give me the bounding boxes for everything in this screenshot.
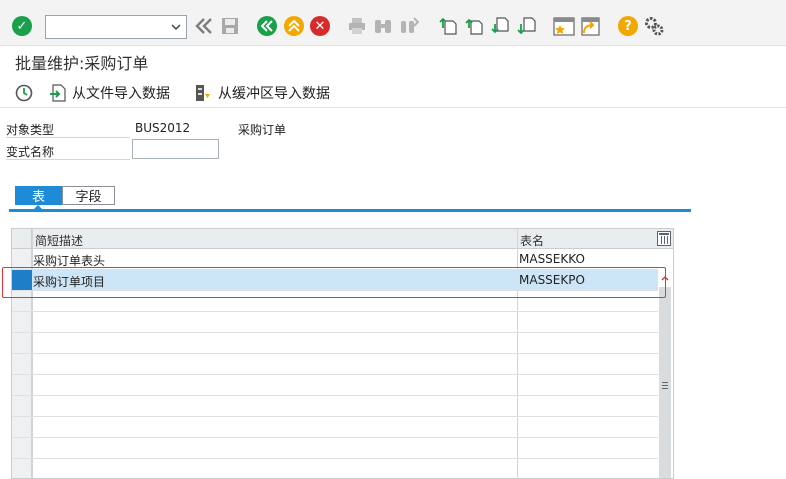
- table-row[interactable]: [12, 375, 658, 396]
- row-highlight-box: [2, 267, 666, 298]
- chevron-down-icon[interactable]: [168, 18, 184, 36]
- table-row[interactable]: [12, 312, 658, 333]
- column-header-desc[interactable]: 简短描述: [35, 232, 83, 249]
- import-from-buffer-label: 从缓冲区导入数据: [218, 86, 330, 102]
- tab-field[interactable]: 字段: [62, 186, 115, 205]
- cancel-button[interactable]: ✕: [308, 14, 332, 38]
- clock-execute-icon: [15, 84, 33, 102]
- import-from-file-label: 从文件导入数据: [72, 86, 170, 102]
- command-field[interactable]: [45, 15, 187, 39]
- tab-table-label: 表: [31, 190, 45, 205]
- table-row[interactable]: [12, 333, 658, 354]
- execute-button[interactable]: [14, 82, 34, 104]
- vertical-scrollbar[interactable]: [659, 287, 671, 478]
- find-next-icon: [401, 17, 419, 33]
- print-icon: [349, 18, 365, 34]
- table-row[interactable]: [12, 354, 658, 375]
- table-row[interactable]: [12, 396, 658, 417]
- system-toolbar: ✓ ✕ ?: [0, 0, 786, 46]
- object-type-label: 对象类型: [6, 123, 55, 137]
- variant-input[interactable]: [132, 139, 219, 159]
- table-row[interactable]: [12, 459, 658, 478]
- last-page-icon: [517, 17, 536, 35]
- select-all-cell[interactable]: [12, 229, 32, 248]
- create-session-button[interactable]: [552, 14, 576, 38]
- tab-strip-line: [9, 209, 691, 212]
- exit-button[interactable]: [282, 14, 306, 38]
- tab-table[interactable]: 表: [15, 186, 62, 205]
- column-settings-icon[interactable]: [657, 231, 671, 246]
- find-button[interactable]: [371, 14, 395, 38]
- object-type-underline: [6, 137, 130, 138]
- create-session-icon: [553, 17, 575, 36]
- import-buffer-icon: [196, 85, 210, 101]
- tables-grid: 简短描述 表名 采购订单表头 MASSEKKO 采购订单项目 MASSEKPO: [11, 228, 674, 479]
- prev-page-button[interactable]: [463, 14, 487, 38]
- first-page-button[interactable]: [437, 14, 461, 38]
- next-page-icon: [491, 17, 509, 34]
- variant-label: 变式名称: [6, 145, 55, 159]
- table-cell-name: MASSEKKO: [519, 252, 585, 266]
- application-toolbar: 从文件导入数据 从缓冲区导入数据: [0, 78, 786, 108]
- cancel-icon: ✕: [310, 16, 330, 36]
- back-icon: [257, 16, 277, 36]
- import-from-buffer-button[interactable]: 从缓冲区导入数据: [193, 82, 330, 104]
- import-file-icon: [50, 84, 66, 102]
- tab-field-label: 字段: [75, 190, 102, 205]
- save-button[interactable]: [218, 14, 242, 38]
- back-button[interactable]: [255, 14, 279, 38]
- page-title: 批量维护:采购订单: [15, 54, 149, 73]
- next-page-button[interactable]: [489, 14, 513, 38]
- find-next-button[interactable]: [397, 14, 421, 38]
- grid-header: 简短描述 表名: [12, 229, 673, 249]
- print-button[interactable]: [345, 14, 369, 38]
- back-double-button[interactable]: [192, 14, 216, 38]
- customize-button[interactable]: [642, 14, 666, 38]
- check-circle-icon: ✓: [12, 16, 32, 36]
- enter-button[interactable]: ✓: [10, 14, 34, 38]
- first-page-icon: [439, 17, 457, 35]
- shortcut-icon: [581, 17, 600, 36]
- last-page-button[interactable]: [515, 14, 539, 38]
- object-type-value: BUS2012: [135, 121, 191, 135]
- back-double-icon: [195, 18, 212, 34]
- object-type-description: 采购订单: [238, 123, 287, 137]
- table-row[interactable]: [12, 417, 658, 438]
- prev-page-icon: [465, 18, 483, 35]
- save-icon: [222, 18, 238, 34]
- help-button[interactable]: ?: [616, 14, 640, 38]
- import-from-file-button[interactable]: 从文件导入数据: [48, 82, 170, 104]
- find-icon: [375, 20, 391, 33]
- customize-icon: [645, 17, 664, 36]
- help-icon: ?: [618, 16, 638, 36]
- shortcut-button[interactable]: [578, 14, 602, 38]
- variant-underline: [6, 159, 130, 160]
- table-row[interactable]: [12, 438, 658, 459]
- exit-icon: [284, 16, 304, 36]
- column-header-name[interactable]: 表名: [520, 232, 544, 249]
